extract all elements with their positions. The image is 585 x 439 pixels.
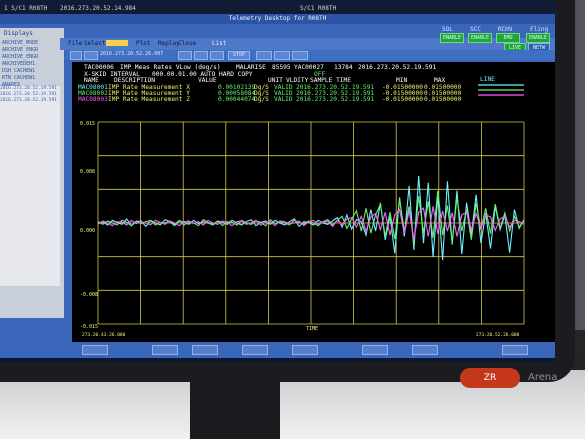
plot-title: IMP Meas Rates VLow (deg/s) (120, 64, 221, 71)
toolbar-button[interactable] (70, 51, 82, 60)
sidebar-item[interactable]: ARCHIVEDEH1 (2, 61, 60, 68)
rate-chart: 0.015 0.008 0.000 -0.008 -0.015 273.20.4… (80, 121, 525, 338)
plot-malarise: MALARISE (236, 64, 266, 71)
banner-left: 1 S/C1 R08TH (4, 5, 48, 12)
bottom-button[interactable] (152, 345, 178, 355)
menu-close[interactable]: Close (178, 40, 196, 47)
plot-num1: 85595 (272, 64, 291, 71)
y-tick-label: 0.015 (80, 121, 95, 127)
col-valid: VLDITY (286, 77, 309, 84)
menu-select[interactable]: Select (84, 40, 106, 47)
toolbar-button[interactable] (194, 51, 208, 60)
sidebar-item[interactable]: ARCHIVE ENGR (2, 47, 60, 54)
toolbar-timestamp: 2016.273.20.52.26.007 (100, 51, 164, 57)
plot-id-right: YAC00027 (294, 64, 324, 71)
sidebar-title: Displays (4, 30, 33, 37)
toolbar-button[interactable] (84, 51, 98, 60)
y-tick-label: -0.015 (80, 324, 98, 330)
col-sample: SAMPLE TIME (310, 77, 351, 84)
status-panel: SOL SCC RCHV Fling ENABLE ENABLE EMU ENA… (420, 26, 555, 53)
menu-plot[interactable]: Plot (136, 40, 150, 47)
monitor-stand (190, 378, 280, 439)
status-label: SOL (442, 26, 453, 33)
brand-logo: ZR (460, 368, 520, 388)
sidebar-item[interactable]: ARCHIVE_MODE (2, 40, 60, 47)
status-button[interactable]: ENABLE (440, 33, 464, 43)
plot-time: 2016.273.20.52.19.591 (358, 64, 437, 71)
x-end-label: 273.20.52.26.000 (476, 332, 520, 338)
status-label: RCHV (498, 26, 513, 33)
bottom-button[interactable] (242, 345, 268, 355)
col-desc: DESCRIPTION (114, 77, 155, 84)
col-max: MAX (434, 77, 446, 84)
event-log: 2016.273.20.52.19.591 2016.273.20.52.19.… (0, 86, 60, 286)
sidebar-list: ARCHIVE_MODE ARCHIVE ENGR ARCHIVE_ENGR A… (2, 40, 60, 89)
y-tick-label: 0.000 (80, 228, 95, 234)
x-axis-label: TIME (306, 326, 318, 332)
bottom-button[interactable] (292, 345, 318, 355)
toolbar-button[interactable] (274, 51, 290, 60)
y-tick-label: 0.008 (80, 169, 95, 175)
sidebar-item[interactable]: RTN CACHEW1 (2, 75, 60, 82)
banner-time: 2016.273.20.52.14.984 (60, 5, 136, 12)
toolbar-button[interactable] (292, 51, 308, 60)
plot-id-left: TAC00006 (84, 64, 114, 71)
toolbar-button[interactable] (210, 51, 224, 60)
bottom-button[interactable] (362, 345, 388, 355)
col-min: MIN (396, 77, 408, 84)
bottom-button[interactable] (82, 345, 108, 355)
plot-num2: 13784 (334, 64, 353, 71)
screen: 1 S/C1 R08TH 2016.273.20.52.14.984 S/C1 … (0, 0, 555, 362)
col-value: VALUE (198, 77, 217, 84)
toolbar: 2016.273.20.52.26.007 STOP (66, 50, 555, 60)
toolbar-button[interactable] (178, 51, 192, 60)
status-button[interactable]: ENABLE (468, 33, 492, 43)
menu-highlighted[interactable] (106, 40, 128, 46)
window-title: Telemetry Desktop for R08TH (0, 14, 555, 24)
col-name: NAME (84, 77, 99, 84)
x-start-label: 273.20.43.26.000 (82, 332, 126, 338)
status-label: SCC (470, 26, 481, 33)
status-button[interactable]: ENABLE (526, 33, 550, 43)
y-tick-label: -0.008 (80, 292, 98, 298)
sidebar-item[interactable]: ARCHIVE_ENGR (2, 54, 60, 61)
brand-name: Arena (528, 372, 558, 383)
legend-lines (478, 84, 524, 96)
menu-replay[interactable]: Replay (158, 40, 180, 47)
log-line: 2016.273.20.52.19.591 (0, 98, 57, 103)
menu-list[interactable]: List (212, 40, 226, 47)
bottom-button[interactable] (502, 345, 528, 355)
col-unit: UNIT (268, 77, 283, 84)
status-button[interactable]: EMU (496, 33, 520, 43)
bottom-button[interactable] (192, 345, 218, 355)
bottom-bar (72, 342, 555, 358)
toolbar-button[interactable] (256, 51, 272, 60)
stop-button[interactable]: STOP (228, 51, 250, 60)
menu-file[interactable]: File (68, 40, 82, 47)
banner-right: S/C1 R08TH (300, 5, 337, 12)
status-label: Fling (530, 26, 549, 33)
sidebar-item[interactable]: DSH CACHEW1 (2, 68, 60, 75)
bottom-button[interactable] (412, 345, 438, 355)
